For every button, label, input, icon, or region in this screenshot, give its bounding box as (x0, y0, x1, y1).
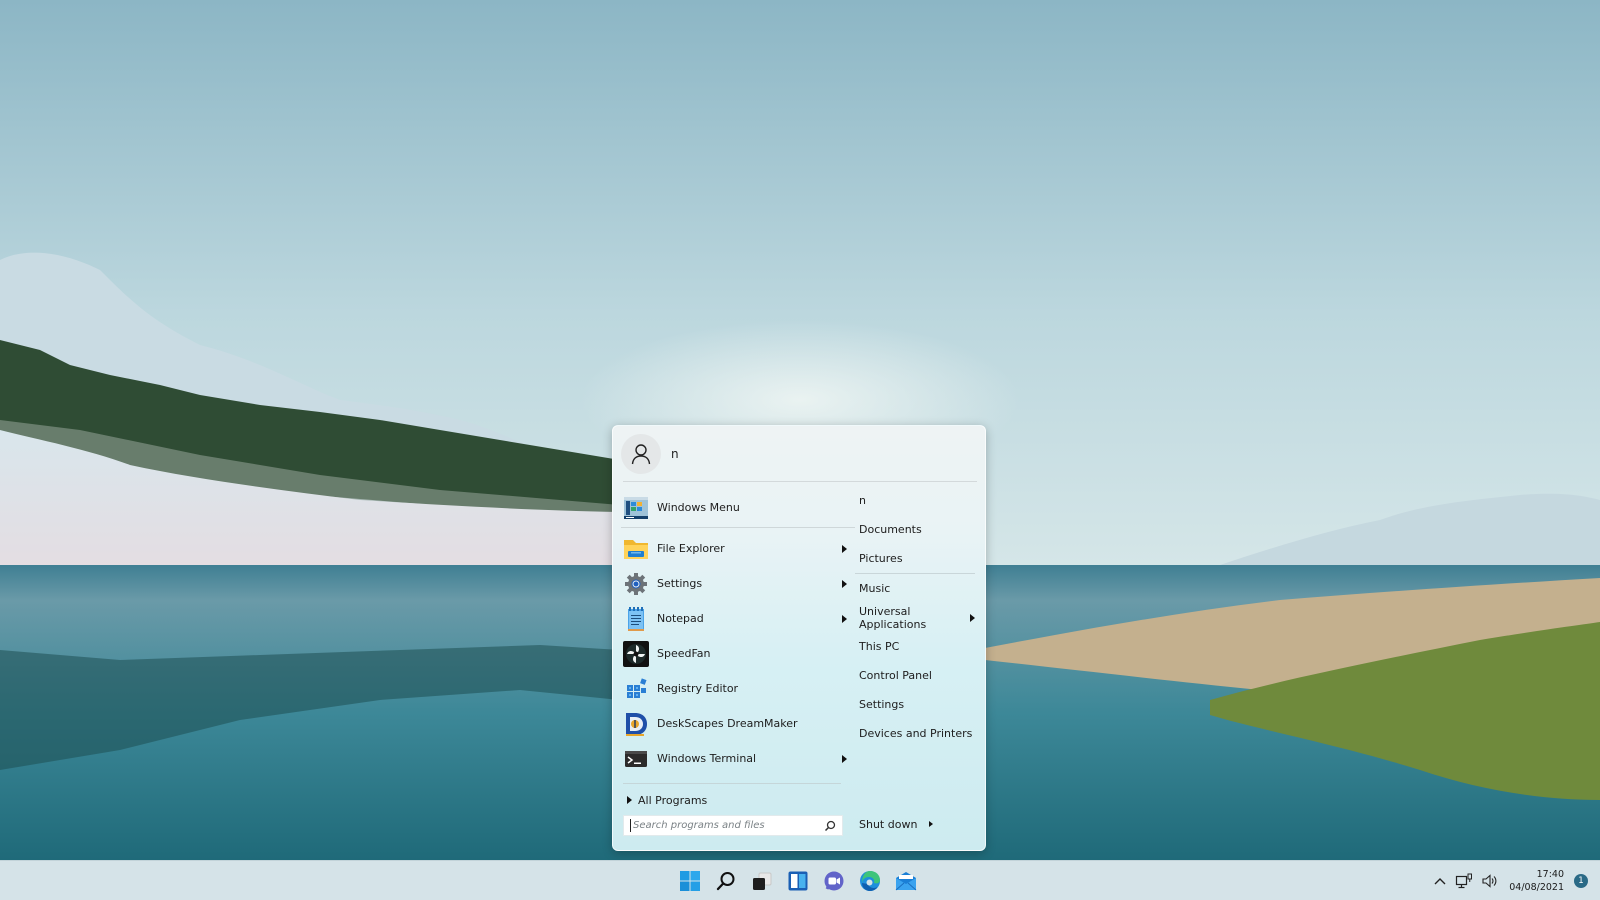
volume-button[interactable] (1477, 866, 1503, 896)
place-devices-and-printers[interactable]: Devices and Printers (851, 719, 981, 748)
clock-date: 04/08/2021 (1509, 882, 1564, 893)
program-label: Settings (657, 577, 703, 590)
search-input[interactable] (630, 819, 822, 832)
place-label: Control Panel (859, 669, 932, 682)
program-file-explorer[interactable]: File Explorer (621, 531, 855, 566)
program-label: Windows Terminal (657, 752, 757, 765)
user-name[interactable]: n (671, 447, 679, 461)
mail-icon (895, 872, 917, 891)
notepad-icon (623, 606, 649, 632)
edge-icon (860, 871, 880, 891)
place-documents[interactable]: Documents (851, 515, 981, 544)
user-avatar[interactable] (621, 434, 661, 474)
submenu-arrow-icon[interactable] (842, 579, 847, 588)
taskbar-start-button[interactable] (672, 863, 708, 899)
place-label: n (859, 494, 866, 507)
taskbar-search-button[interactable] (708, 863, 744, 899)
place-user-folder[interactable]: n (851, 486, 981, 515)
place-label: Documents (859, 523, 922, 536)
pinned-separator (621, 527, 855, 528)
programs-bottom-separator (623, 783, 841, 784)
place-music[interactable]: Music (851, 574, 981, 603)
place-label: Universal Applications (859, 604, 927, 631)
user-icon (631, 444, 651, 465)
program-windows-menu[interactable]: Windows Menu (621, 490, 855, 525)
place-control-panel[interactable]: Control Panel (851, 661, 981, 690)
all-programs-label: All Programs (638, 793, 708, 807)
taskbar-task-view-button[interactable] (744, 863, 780, 899)
program-label: DeskScapes DreamMaker (657, 717, 798, 730)
place-label: This PC (859, 640, 900, 653)
taskbar-chat-button[interactable] (816, 863, 852, 899)
search-icon (716, 872, 735, 891)
taskbar-widgets-button[interactable] (780, 863, 816, 899)
notification-badge[interactable]: 1 (1574, 874, 1588, 888)
program-settings[interactable]: Settings (621, 566, 855, 601)
chevron-up-icon (1434, 878, 1446, 885)
terminal-icon (623, 746, 649, 772)
program-windows-terminal[interactable]: Windows Terminal (621, 741, 855, 776)
shutdown-button[interactable]: Shut down (859, 812, 934, 836)
clock[interactable]: 17:40 04/08/2021 (1503, 868, 1570, 894)
search-icon[interactable] (822, 818, 838, 834)
taskbar: 17:40 04/08/2021 1 (0, 860, 1600, 900)
place-label: Music (859, 582, 891, 595)
clock-time: 17:40 (1536, 869, 1564, 880)
task-view-icon (753, 872, 772, 890)
fan-icon (623, 640, 649, 667)
deskscapes-icon (623, 711, 649, 737)
network-button[interactable] (1451, 866, 1477, 896)
network-icon (1456, 873, 1473, 889)
submenu-arrow-icon[interactable] (842, 544, 847, 553)
taskbar-apps (672, 861, 924, 900)
header-divider (623, 481, 977, 482)
program-speedfan[interactable]: SpeedFan (621, 636, 855, 671)
submenu-arrow-icon[interactable] (970, 613, 975, 622)
folder-icon (623, 536, 649, 562)
taskbar-mail-button[interactable] (888, 863, 924, 899)
program-label: Notepad (657, 612, 704, 625)
system-tray: 17:40 04/08/2021 1 (1429, 861, 1600, 900)
program-notepad[interactable]: Notepad (621, 601, 855, 636)
start-menu: n Windows Menu File Explorer Settings No… (612, 425, 986, 851)
places-list: n Documents Pictures Music Universal App… (851, 486, 981, 748)
place-label: Pictures (859, 552, 903, 565)
user-header[interactable]: n (621, 434, 679, 474)
program-label: Registry Editor (657, 682, 739, 695)
place-settings[interactable]: Settings (851, 690, 981, 719)
place-label: Devices and Printers (859, 727, 973, 740)
programs-list: Windows Menu File Explorer Settings Note… (621, 490, 855, 776)
program-deskscapes-dreammaker[interactable]: DeskScapes DreamMaker (621, 706, 855, 741)
program-label: File Explorer (657, 542, 725, 555)
program-label: Windows Menu (657, 501, 740, 514)
program-registry-editor[interactable]: Registry Editor (621, 671, 855, 706)
windows-menu-icon (623, 495, 649, 521)
submenu-arrow-icon[interactable] (842, 754, 847, 763)
program-label: SpeedFan (657, 647, 711, 660)
windows-logo-icon (680, 871, 700, 891)
place-label: Settings (859, 698, 905, 711)
taskbar-edge-button[interactable] (852, 863, 888, 899)
gear-icon (623, 571, 649, 597)
search-box[interactable] (623, 815, 843, 836)
registry-icon (623, 676, 649, 702)
widgets-icon (788, 871, 808, 891)
shutdown-label: Shut down (859, 817, 918, 831)
shutdown-options-arrow-icon[interactable] (929, 821, 934, 827)
place-pictures[interactable]: Pictures (851, 544, 981, 573)
chat-icon (824, 871, 844, 891)
place-universal-applications[interactable]: Universal Applications (851, 603, 981, 632)
speaker-icon (1482, 874, 1497, 888)
expand-arrow-icon (627, 796, 632, 804)
submenu-arrow-icon[interactable] (842, 614, 847, 623)
all-programs-button[interactable]: All Programs (627, 792, 707, 808)
show-hidden-icons-button[interactable] (1429, 866, 1451, 896)
place-this-pc[interactable]: This PC (851, 632, 981, 661)
